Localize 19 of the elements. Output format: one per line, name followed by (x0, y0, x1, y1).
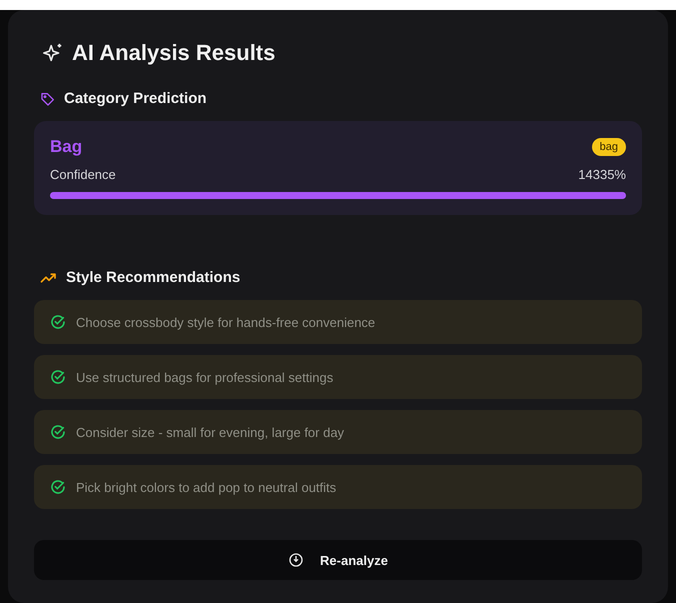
confidence-label: Confidence (50, 167, 116, 182)
check-circle-icon (50, 479, 66, 495)
category-name: Bag (50, 137, 82, 157)
recommendation-text: Use structured bags for professional settings (76, 370, 334, 384)
check-circle-icon (50, 314, 66, 330)
recommendation-text: Consider size - small for evening, large for day (76, 424, 344, 440)
reanalyze-button[interactable]: Re-analyze (34, 540, 642, 580)
sparkle-icon (42, 42, 64, 64)
check-circle-icon (50, 369, 66, 385)
confidence-value: 14335% (578, 167, 626, 182)
recommendation-text: Choose crossbody style for hands-free convenience (76, 314, 376, 330)
recommendation-text: Pick bright colors to add pop to neutral outfits (76, 480, 336, 494)
check-circle-icon (50, 424, 66, 440)
section-heading: Style Recommendations (66, 269, 240, 286)
section-heading: Category Prediction (64, 90, 207, 107)
panel-title: AI Analysis Results (72, 40, 276, 66)
trend-icon (40, 270, 58, 284)
category-badge: bag (592, 138, 626, 156)
tag-icon (40, 90, 56, 106)
